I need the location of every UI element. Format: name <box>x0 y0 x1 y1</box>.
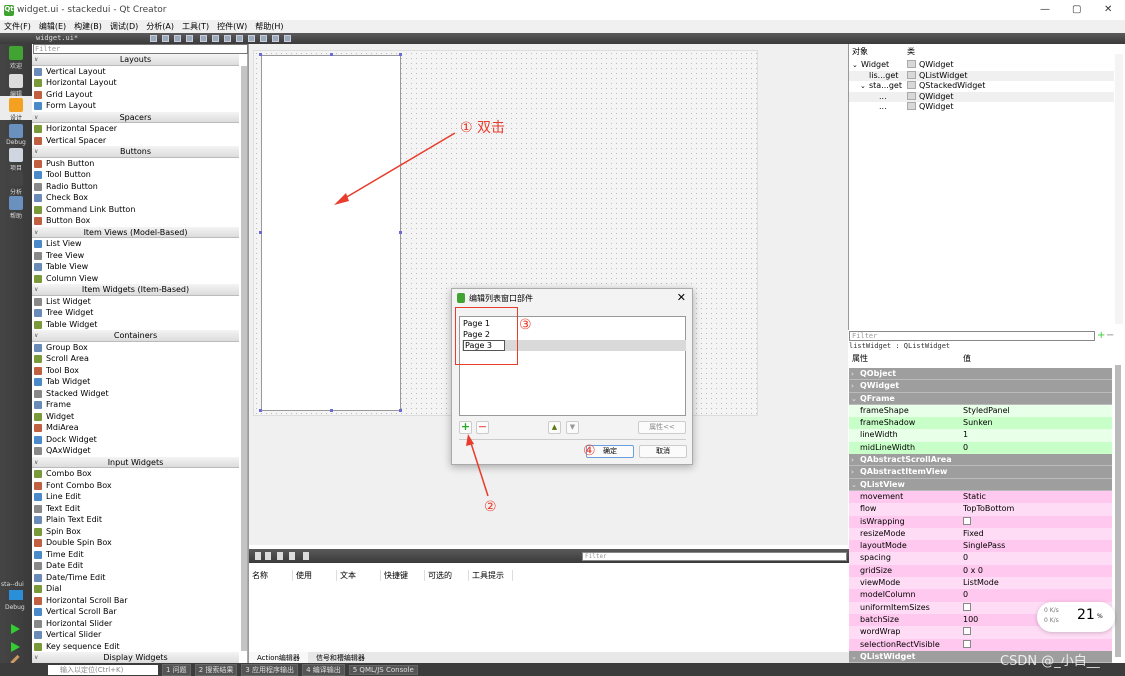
annotation-step-2: ② <box>484 499 497 515</box>
network-monitor-widget: 0 K/s 0 K/s 21 % <box>1037 602 1115 632</box>
annotation-step-3: ③ <box>519 317 532 333</box>
annotation-step-4: ④ <box>583 443 596 459</box>
download-speed: 0 K/s <box>1044 617 1059 624</box>
arrow-to-list-widget <box>339 132 456 202</box>
annotation-step-1: ① 双击 <box>460 120 506 136</box>
annotation-box <box>455 307 518 365</box>
upload-speed: 0 K/s <box>1044 607 1059 614</box>
arrowhead <box>466 434 474 446</box>
percent-unit: % <box>1097 613 1103 620</box>
arrowhead <box>334 193 349 205</box>
annotation-arrows <box>334 132 489 497</box>
arrow-to-add-button <box>469 439 489 497</box>
cpu-percent: 21 <box>1077 607 1095 623</box>
watermark: CSDN @_小白__ <box>1000 654 1100 669</box>
